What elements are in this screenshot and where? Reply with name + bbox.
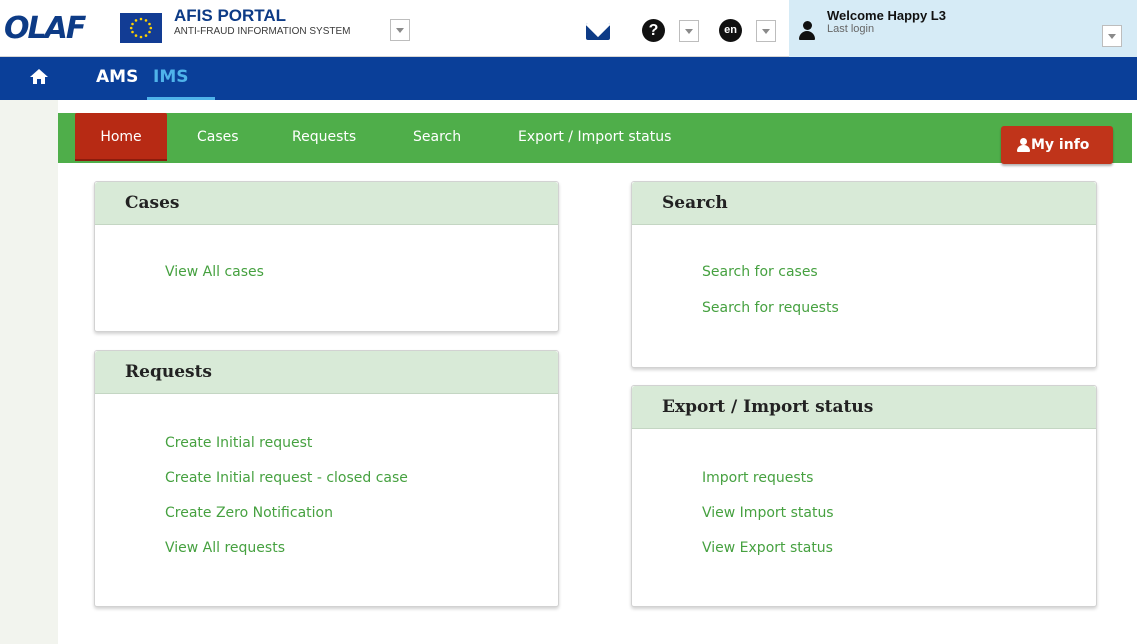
- cases-panel: Cases View All cases: [94, 181, 559, 332]
- requests-panel: Requests Create Initial request Create I…: [94, 350, 559, 607]
- user-menu-dropdown[interactable]: [1102, 25, 1122, 47]
- my-info-label: My info: [1031, 137, 1090, 153]
- top-header: OLAF AFIS PORTAL ANTI-FRAUD INFORMATION …: [0, 0, 1137, 57]
- my-info-button[interactable]: My info: [1001, 126, 1113, 164]
- module-tab-requests[interactable]: Requests: [292, 113, 356, 163]
- last-login-text: Last login: [827, 23, 875, 35]
- chevron-down-icon: [396, 28, 404, 33]
- view-all-cases-link[interactable]: View All cases: [165, 263, 264, 281]
- panel-header: Cases: [95, 182, 558, 225]
- logo-text: OLAF: [4, 11, 86, 46]
- module-tab-cases[interactable]: Cases: [197, 113, 239, 163]
- panel-title: Requests: [125, 362, 213, 382]
- module-tab-search[interactable]: Search: [413, 113, 461, 163]
- help-dropdown[interactable]: [679, 20, 699, 42]
- user-panel[interactable]: Welcome Happy L3 Last login: [789, 0, 1137, 57]
- panel-title: Search: [662, 193, 728, 213]
- create-zero-notification-link[interactable]: Create Zero Notification: [165, 504, 333, 522]
- portal-title: AFIS PORTAL: [174, 6, 287, 25]
- chevron-down-icon: [1108, 34, 1116, 39]
- user-icon: [1017, 138, 1030, 152]
- export-import-panel: Export / Import status Import requests V…: [631, 385, 1097, 607]
- search-panel: Search Search for cases Search for reque…: [631, 181, 1097, 368]
- eu-flag-icon: [120, 13, 162, 43]
- import-requests-link[interactable]: Import requests: [702, 469, 813, 487]
- panel-header: Search: [632, 182, 1096, 225]
- envelope-icon[interactable]: [586, 23, 610, 40]
- app-tab-ams[interactable]: AMS: [96, 66, 138, 88]
- search-for-requests-link[interactable]: Search for requests: [702, 299, 839, 317]
- panel-header: Requests: [95, 351, 558, 394]
- module-nav: Home Cases Requests Search Export / Impo…: [58, 113, 1132, 163]
- language-dropdown[interactable]: [756, 20, 776, 42]
- app-tab-ims-label: IMS: [153, 67, 189, 87]
- view-all-requests-link[interactable]: View All requests: [165, 539, 285, 557]
- create-initial-request-link[interactable]: Create Initial request: [165, 434, 312, 452]
- create-initial-request-closed-case-link[interactable]: Create Initial request - closed case: [165, 469, 408, 487]
- view-export-status-link[interactable]: View Export status: [702, 539, 833, 557]
- language-icon[interactable]: en: [719, 19, 742, 42]
- question-circle-icon[interactable]: ?: [642, 19, 665, 42]
- portal-menu-dropdown[interactable]: [390, 19, 410, 41]
- module-tab-export-import[interactable]: Export / Import status: [518, 113, 671, 163]
- chevron-down-icon: [685, 29, 693, 34]
- search-for-cases-link[interactable]: Search for cases: [702, 263, 818, 281]
- panel-header: Export / Import status: [632, 386, 1096, 429]
- user-icon: [799, 21, 815, 41]
- module-tab-home[interactable]: Home: [75, 113, 167, 161]
- app-nav: AMS IMS: [0, 57, 1137, 100]
- olaf-logo[interactable]: OLAF: [4, 9, 164, 49]
- welcome-text: Welcome Happy L3: [827, 8, 946, 23]
- view-import-status-link[interactable]: View Import status: [702, 504, 834, 522]
- app-tab-ims[interactable]: IMS: [147, 57, 215, 100]
- chevron-down-icon: [762, 29, 770, 34]
- panel-title: Export / Import status: [662, 397, 874, 417]
- panel-title: Cases: [125, 193, 180, 213]
- home-icon[interactable]: [30, 69, 48, 85]
- portal-subtitle: ANTI-FRAUD INFORMATION SYSTEM: [174, 26, 351, 37]
